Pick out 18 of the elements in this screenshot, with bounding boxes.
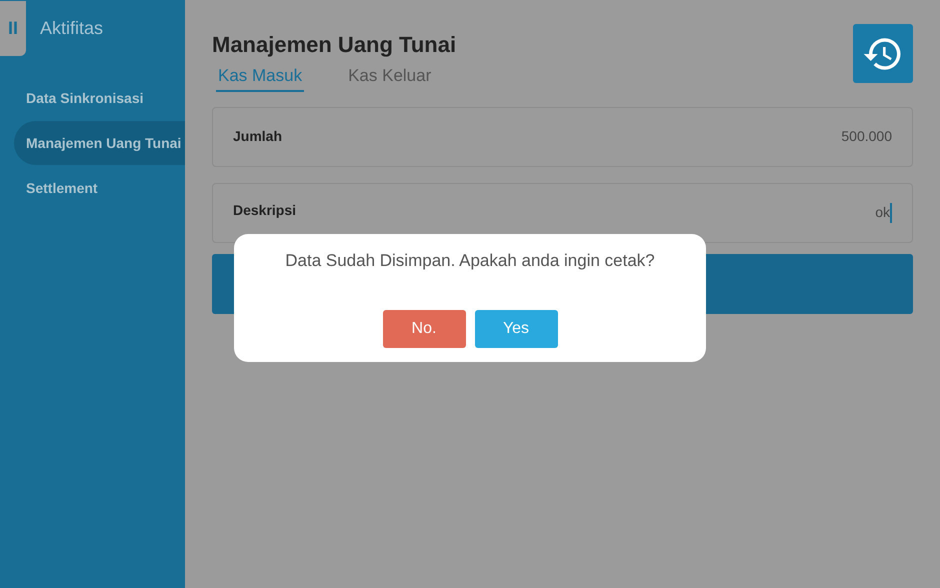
field-value: ok xyxy=(875,203,890,222)
dialog-button[interactable]: No. xyxy=(382,310,466,348)
dialog-button[interactable]: Yes xyxy=(474,310,558,348)
tab[interactable]: Kas Keluar xyxy=(346,63,434,92)
tab[interactable]: Kas Masuk xyxy=(216,63,304,92)
history-button[interactable] xyxy=(853,24,913,83)
text-cursor xyxy=(890,202,892,222)
sidebar-item[interactable]: Manajemen Uang Tunai xyxy=(14,121,185,165)
dialog-message: Data Sudah Disimpan. Apakah anda ingin cetak? xyxy=(285,250,655,272)
input-field[interactable]: Jumlah 500.000 xyxy=(212,106,913,166)
page-title: Manajemen Uang Tunai xyxy=(212,31,456,59)
sidebar-item[interactable]: Settlement xyxy=(14,166,185,210)
menu-toggle[interactable]: II xyxy=(0,0,26,56)
field-value: 500.000 xyxy=(841,127,892,146)
field-label: Jumlah xyxy=(233,127,282,146)
field-label: Deskripsi xyxy=(233,201,296,220)
sidebar-title: Aktifitas xyxy=(40,16,104,40)
sidebar-item[interactable]: Data Sinkronisasi xyxy=(14,76,185,120)
